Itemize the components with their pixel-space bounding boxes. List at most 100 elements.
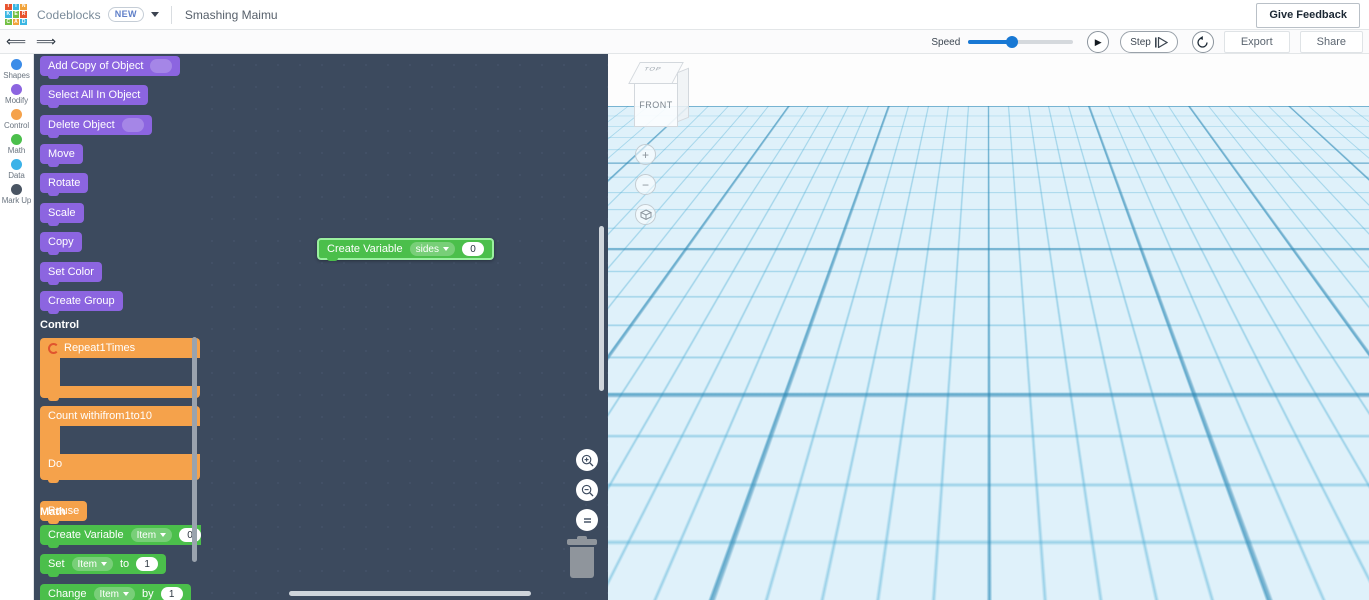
loop-icon — [48, 342, 59, 354]
do-label: Do — [48, 458, 63, 470]
trash-lid — [567, 536, 597, 545]
speed-slider[interactable] — [968, 36, 1074, 48]
redo-arrow-icon[interactable]: ⟹ — [33, 31, 59, 53]
rail-item-label: Math — [7, 146, 26, 155]
canvas-vertical-scrollbar[interactable] — [599, 226, 604, 391]
palette-content: Add Copy of Object Select All In Object … — [34, 54, 201, 600]
trash-icon[interactable] — [566, 536, 598, 579]
brand-label: Codeblocks — [37, 7, 101, 22]
palette-block-select-all-in-object[interactable]: Select All In Object — [40, 85, 149, 108]
document-title[interactable]: Smashing Maimu — [185, 8, 278, 22]
toolbar-right-group: Speed ▶ Step Export Share — [931, 30, 1363, 54]
palette-block-count-with[interactable]: Count with i from 1 to 10 Do — [40, 406, 200, 483]
block-slot[interactable] — [150, 59, 173, 73]
viewport-3d[interactable]: TOP FRONT + − — [608, 54, 1369, 600]
palette-block-rotate[interactable]: Rotate — [40, 173, 89, 196]
variable-dropdown[interactable]: Item — [130, 528, 173, 542]
rail-item-dot-icon — [11, 84, 22, 95]
code-canvas[interactable]: Create Variable sides 0 — [201, 54, 608, 600]
block-palette[interactable]: Add Copy of Object Select All In Object … — [34, 54, 201, 600]
rail-item-dot-icon — [11, 109, 22, 120]
palette-block-change-variable[interactable]: Change Item by 1 — [40, 584, 191, 600]
logo-cell: N — [20, 3, 27, 11]
rail-item-modify[interactable]: Modify — [0, 84, 33, 105]
toolbar: ⟸ ⟹ Speed ▶ Step Export Share — [0, 30, 1369, 54]
restart-icon — [1197, 35, 1208, 48]
count-foot — [40, 474, 200, 483]
block-label: Delete Object — [48, 119, 115, 131]
step-forward-icon — [1154, 36, 1168, 48]
canvas-zoom-out-button[interactable] — [576, 479, 598, 501]
palette-block-create-variable[interactable]: Create Variable Item 0 — [40, 525, 201, 548]
variable-dropdown[interactable]: sides — [409, 242, 455, 256]
canvas-horizontal-scrollbar[interactable] — [289, 591, 531, 596]
rail-item-data[interactable]: Data — [0, 159, 33, 180]
block-label: Count with — [48, 410, 100, 422]
logo-cell: C — [5, 18, 12, 26]
rail-item-dot-icon — [11, 159, 22, 170]
viewport-zoom-in-button[interactable]: + — [635, 144, 656, 165]
export-button[interactable]: Export — [1223, 31, 1290, 53]
share-button[interactable]: Share — [1299, 31, 1363, 53]
change-value-input[interactable]: 1 — [160, 587, 183, 600]
palette-block-set-color[interactable]: Set Color — [40, 262, 102, 285]
top-bar: TINKERCAD Codeblocks NEW Smashing Maimu … — [0, 0, 1369, 30]
logo-cell: K — [5, 10, 12, 18]
count-to-input[interactable]: 10 — [140, 410, 152, 422]
zoom-fit-icon — [583, 517, 591, 523]
viewport-zoom-out-button[interactable]: − — [635, 174, 656, 195]
block-label: Create Group — [48, 295, 115, 307]
canvas-zoom-in-button[interactable] — [576, 449, 598, 471]
play-button[interactable]: ▶ — [1087, 31, 1110, 53]
chevron-down-icon — [100, 562, 107, 566]
block-label: Scale — [48, 207, 76, 219]
tinkercad-logo-icon[interactable]: TINKERCAD — [4, 2, 28, 27]
variable-dropdown[interactable]: Item — [71, 557, 113, 571]
give-feedback-button[interactable]: Give Feedback — [1256, 3, 1360, 28]
view-cube-side-face[interactable] — [677, 67, 689, 123]
step-button[interactable]: Step — [1120, 31, 1178, 53]
view-cube-front-face[interactable]: FRONT — [634, 83, 678, 127]
palette-block-add-copy-of-object[interactable]: Add Copy of Object — [40, 56, 181, 79]
canvas-block-create-variable[interactable]: Create Variable sides 0 — [317, 238, 494, 261]
logo-cell: E — [12, 10, 20, 18]
undo-arrow-icon[interactable]: ⟸ — [3, 31, 29, 53]
palette-block-repeat-times[interactable]: Repeat 1 Times — [40, 338, 200, 401]
rail-item-mark-up[interactable]: Mark Up — [0, 184, 33, 205]
rail-item-label: Control — [3, 121, 30, 130]
variable-value: Item — [136, 529, 157, 541]
palette-block-create-group[interactable]: Create Group — [40, 291, 123, 314]
palette-block-move[interactable]: Move — [40, 144, 83, 167]
palette-block-copy[interactable]: Copy — [40, 232, 82, 255]
category-rail: Shapes Modify Control Math Data Mark Up — [0, 54, 34, 600]
chevron-down-icon[interactable] — [150, 12, 159, 17]
canvas-zoom-fit-button[interactable] — [576, 509, 598, 531]
palette-block-delete-object[interactable]: Delete Object — [40, 115, 152, 138]
palette-scrollbar[interactable] — [192, 337, 197, 562]
restart-button[interactable] — [1191, 31, 1214, 53]
view-cube[interactable]: TOP FRONT — [626, 62, 690, 127]
variable-value-input[interactable]: 0 — [179, 528, 201, 542]
rail-item-control[interactable]: Control — [0, 109, 33, 130]
chevron-down-icon — [160, 533, 167, 537]
view-cube-top-face[interactable] — [628, 62, 684, 84]
palette-block-scale[interactable]: Scale — [40, 203, 84, 226]
variable-value-input[interactable]: 0 — [461, 242, 484, 256]
palette-block-set-variable[interactable]: Set Item to 1 — [40, 554, 167, 577]
logo-cell: D — [20, 18, 27, 26]
logo-cell: R — [20, 10, 27, 18]
set-value-input[interactable]: 1 — [136, 557, 159, 571]
speed-slider-knob[interactable] — [1006, 36, 1019, 48]
block-slot[interactable] — [121, 118, 144, 132]
variable-value: Item — [77, 558, 97, 570]
rail-item-math[interactable]: Math — [0, 134, 33, 155]
rail-item-label: Modify — [5, 96, 28, 105]
block-label: Set Color — [48, 266, 94, 278]
count-arm — [40, 406, 73, 454]
repeat-arm — [40, 338, 73, 386]
viewport-home-button[interactable] — [635, 204, 656, 225]
variable-dropdown[interactable]: Item — [93, 587, 135, 600]
header-divider — [170, 5, 172, 24]
rail-item-shapes[interactable]: Shapes — [0, 59, 33, 80]
new-badge: NEW — [107, 7, 144, 22]
